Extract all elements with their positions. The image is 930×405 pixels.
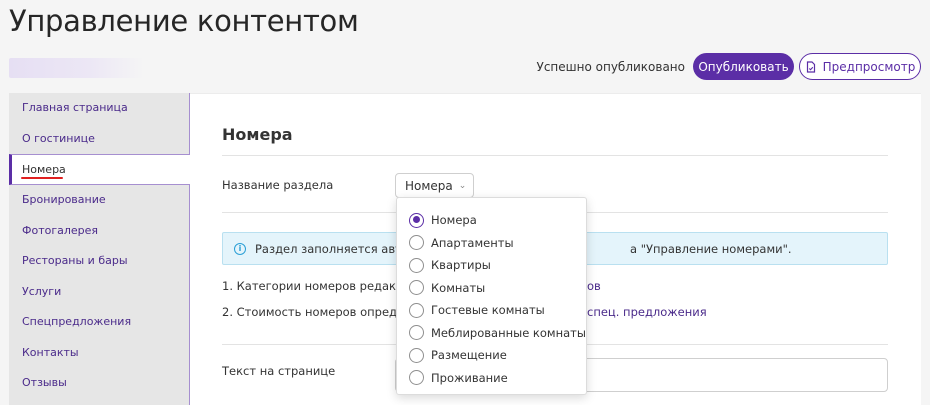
sidebar-item-label: Номера xyxy=(22,163,66,176)
section-name-select[interactable]: Номера ⌄ xyxy=(395,173,474,198)
radio[interactable] xyxy=(409,370,424,386)
option-flats[interactable]: Квартиры xyxy=(397,254,586,277)
sidebar-item-label: Контакты xyxy=(22,345,79,359)
sidebar-item-about[interactable]: О гостинице xyxy=(9,124,189,155)
preview-label: Предпросмотр xyxy=(822,59,916,74)
sidebar-item-label: Рестораны и бары xyxy=(22,254,128,268)
option-label: Комнаты xyxy=(431,280,486,295)
option-label: Меблированные комнаты xyxy=(431,325,586,340)
option-label: Размещение xyxy=(431,348,507,363)
info-text: Раздел заполняется автом xyxy=(255,241,418,256)
radio-checked[interactable] xyxy=(409,212,424,228)
option-stay[interactable]: Проживание xyxy=(397,367,586,390)
option-guest-rooms[interactable]: Гостевые комнаты xyxy=(397,299,586,322)
sidebar-item-label: Услуги xyxy=(22,284,62,298)
sidebar-item-booking[interactable]: Бронирование xyxy=(9,185,189,216)
option-chambers[interactable]: Комнаты xyxy=(397,277,586,300)
page-text-label: Текст на странице xyxy=(222,364,336,378)
sidebar-item-services[interactable]: Услуги xyxy=(9,277,189,308)
note-line-2: 2. Стоимость номеров определя xyxy=(222,305,419,319)
special-offers-link[interactable]: спец. предложения xyxy=(587,305,707,319)
radio[interactable] xyxy=(409,257,424,273)
info-text-end: а "Управление номерами". xyxy=(630,242,792,256)
document-icon xyxy=(806,60,815,73)
sidebar-item-rooms[interactable]: Номера xyxy=(9,154,190,185)
publish-button[interactable]: Опубликовать xyxy=(693,53,794,80)
sidebar-item-restaurants[interactable]: Рестораны и бары xyxy=(9,246,189,277)
section-name-label: Название раздела xyxy=(222,178,334,192)
publish-status: Успешно опубликовано xyxy=(536,60,685,74)
divider xyxy=(222,155,888,156)
sidebar-item-label: Бронирование xyxy=(22,193,106,207)
preview-button[interactable]: Предпросмотр xyxy=(799,53,921,80)
active-underline xyxy=(21,177,63,179)
sidebar-item-contacts[interactable]: Контакты xyxy=(9,338,189,369)
sidebar-item-label: Фотогалерея xyxy=(22,223,99,237)
radio[interactable] xyxy=(409,302,424,318)
radio[interactable] xyxy=(409,280,424,296)
select-value: Номера xyxy=(405,178,453,193)
sidebar-item-home[interactable]: Главная страница xyxy=(9,93,189,124)
sidebar-item-label: Главная страница xyxy=(22,101,128,115)
radio[interactable] xyxy=(409,347,424,363)
section-heading: Номера xyxy=(222,125,293,144)
sidebar-item-offers[interactable]: Спецпредложения xyxy=(9,307,189,338)
sidebar-item-label: Спецпредложения xyxy=(22,315,132,329)
note-line-1: 1. Категории номеров редактир xyxy=(222,279,418,293)
option-label: Номера xyxy=(431,213,477,228)
radio[interactable] xyxy=(409,325,424,341)
sidebar: Главная страница О гостинице Номера Брон… xyxy=(9,93,190,405)
sidebar-item-label: О гостинице xyxy=(22,131,95,145)
sidebar-item-label: Отзывы xyxy=(22,376,67,390)
rooms-categories-link[interactable]: ов xyxy=(587,279,601,293)
radio[interactable] xyxy=(409,235,424,251)
option-rooms[interactable]: Номера xyxy=(397,209,586,232)
option-label: Квартиры xyxy=(431,258,491,273)
option-label: Проживание xyxy=(431,370,508,385)
info-icon: i xyxy=(234,242,246,255)
option-label: Гостевые комнаты xyxy=(431,303,545,318)
option-apartments[interactable]: Апартаменты xyxy=(397,232,586,255)
section-name-dropdown: Номера Апартаменты Квартиры Комнаты Гост… xyxy=(396,197,587,395)
page-title: Управление контентом xyxy=(9,4,359,38)
chevron-down-icon: ⌄ xyxy=(458,180,467,191)
option-furnished-rooms[interactable]: Меблированные комнаты xyxy=(397,322,586,345)
option-label: Апартаменты xyxy=(431,235,514,250)
option-accommodation[interactable]: Размещение xyxy=(397,344,586,367)
sidebar-item-reviews[interactable]: Отзывы xyxy=(9,368,189,399)
sidebar-item-gallery[interactable]: Фотогалерея xyxy=(9,216,189,247)
hotel-logo xyxy=(9,58,144,78)
